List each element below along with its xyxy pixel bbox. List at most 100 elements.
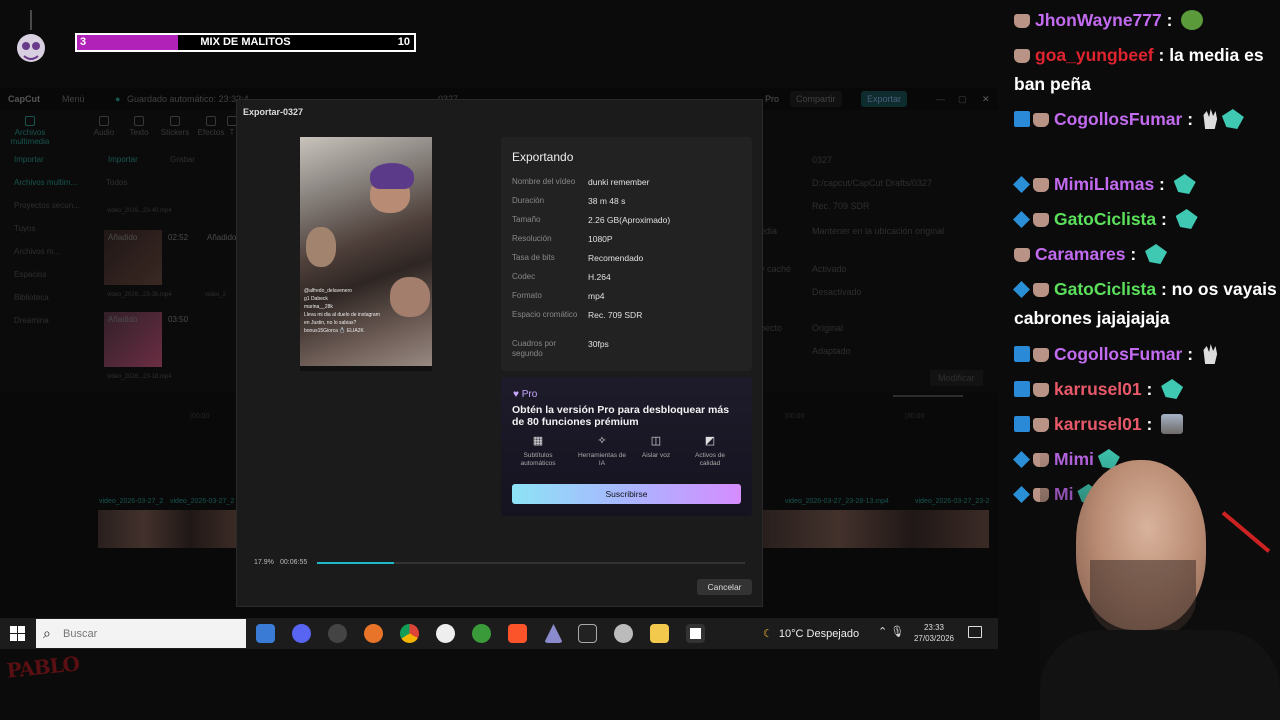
- hand-badge-icon: [1014, 248, 1030, 262]
- chat-text: :: [1141, 414, 1158, 434]
- sub-badge-icon: [1013, 486, 1030, 503]
- goal-progress-bar: 3 MIX DE MALITOS 10: [75, 33, 416, 52]
- steam-icon[interactable]: [614, 624, 633, 643]
- xbox-icon[interactable]: [472, 624, 491, 643]
- media-player-icon[interactable]: [436, 624, 455, 643]
- chat-message: CogollosFumar :: [1014, 340, 1280, 369]
- chat-username: CogollosFumar: [1054, 344, 1183, 364]
- chat-username: CogollosFumar: [1054, 109, 1183, 129]
- hand-badge-icon: [1033, 213, 1049, 227]
- chat-message: karrusel01 :: [1014, 410, 1280, 439]
- chat-username: karrusel01: [1054, 414, 1142, 434]
- goal-max: 10: [397, 36, 410, 48]
- terminal-icon[interactable]: [578, 624, 597, 643]
- chat-message: GatoCiclista : no os vayais cabrones jaj…: [1013, 275, 1280, 333]
- sub-badge-icon: [1013, 211, 1030, 228]
- subtitles-icon: ▦: [532, 435, 544, 447]
- feature-voice-isolate: ◫ Aislar voz: [641, 435, 671, 459]
- chevron-up-icon[interactable]: ⌃: [878, 626, 887, 638]
- chat-text: :: [1125, 244, 1142, 264]
- chat-message: karrusel01 :: [1014, 375, 1280, 404]
- brave-icon[interactable]: [508, 624, 527, 643]
- export-elapsed-time: 00:06:55: [280, 559, 308, 566]
- chat-message: CogollosFumar :: [1014, 105, 1280, 134]
- streamer-watermark-logo: PABLO: [5, 651, 81, 683]
- pro-upsell-panel: ♥ Pro Obtén la versión Pro para desbloqu…: [501, 377, 752, 516]
- chat-message: Caramares :: [1014, 240, 1280, 269]
- chat-message: JhonWayne777 :: [1014, 6, 1280, 35]
- search-input[interactable]: [63, 625, 233, 642]
- dialog-title: Exportar-0327: [243, 107, 304, 117]
- chat-username: MimiLlamas: [1054, 174, 1155, 194]
- chat-username: GatoCiclista: [1054, 209, 1157, 229]
- chat-username: goa_yungbeef: [1035, 45, 1154, 65]
- chat-username: Caramares: [1035, 244, 1126, 264]
- face-emote-icon: [1161, 414, 1184, 434]
- preview-person: [306, 227, 336, 267]
- hand-badge-icon: [1033, 283, 1049, 297]
- chat-username: JhonWayne777: [1035, 10, 1162, 30]
- prime-badge-icon: [1014, 346, 1030, 362]
- cancel-button[interactable]: Cancelar: [697, 579, 752, 595]
- chrome-icon[interactable]: [400, 624, 419, 643]
- microphone-icon[interactable]: 🎙: [890, 626, 904, 638]
- gem-emote-icon: [1173, 174, 1196, 194]
- hand-badge-icon: [1014, 49, 1030, 63]
- microsoft-store-icon[interactable]: [256, 624, 275, 643]
- hand-badge-icon: [1033, 383, 1049, 397]
- prime-badge-icon: [1014, 416, 1030, 432]
- pepe-emote-icon: [1181, 10, 1204, 30]
- feature-subtitles: ▦ Subtítulos automáticos: [520, 435, 556, 467]
- discord-icon[interactable]: [292, 624, 311, 643]
- ai-tools-icon: ✧: [597, 435, 607, 447]
- search-icon: ⌕: [43, 625, 51, 641]
- chat-text: :: [1182, 109, 1198, 129]
- firefox-icon[interactable]: [364, 624, 383, 643]
- sub-badge-icon: [1013, 176, 1030, 193]
- hand-badge-icon: [1033, 178, 1049, 192]
- feature-quality-assets: ◩ Activos de calidad: [695, 435, 725, 467]
- clock[interactable]: 23:33 27/03/2026: [908, 622, 960, 644]
- hand-badge-icon: [1014, 14, 1030, 28]
- gem-emote-icon: [1161, 379, 1184, 399]
- export-progress-fill: [317, 562, 394, 564]
- streamer-body: [1040, 630, 1280, 720]
- goal-title: MIX DE MALITOS: [200, 36, 291, 48]
- quality-assets-icon: ◩: [704, 435, 716, 447]
- streamer-logo-icon: [17, 10, 45, 62]
- gem-emote-icon: [1221, 109, 1244, 129]
- capcut-icon[interactable]: [686, 624, 705, 643]
- hand-badge-icon: [1033, 418, 1049, 432]
- app-icon[interactable]: [544, 624, 563, 643]
- gem-emote-icon: [1145, 244, 1168, 264]
- preview-person: [390, 277, 430, 317]
- chat-username: karrusel01: [1054, 379, 1142, 399]
- moon-icon: ☾: [763, 628, 773, 640]
- taskbar-search[interactable]: ⌕: [36, 619, 246, 648]
- chat-message: MimiLlamas :: [1013, 170, 1280, 199]
- sub-badge-icon: [1013, 451, 1030, 468]
- hand-emote-icon: [1203, 109, 1218, 129]
- chat-text: :: [1154, 174, 1170, 194]
- weather-widget[interactable]: ☾ 10°C Despejado: [763, 627, 859, 640]
- export-progress-percent: 17.9%: [254, 559, 274, 566]
- notification-icon[interactable]: [968, 626, 982, 638]
- streamer-beard: [1090, 560, 1196, 640]
- hand-badge-icon: [1033, 113, 1049, 127]
- chat-message: GatoCiclista :: [1013, 205, 1280, 234]
- windows-start-icon[interactable]: [10, 626, 25, 641]
- chat-text: :: [1141, 379, 1158, 399]
- obs-icon[interactable]: [328, 624, 347, 643]
- sub-badge-icon: [1013, 281, 1030, 298]
- file-explorer-icon[interactable]: [650, 624, 669, 643]
- chat-text: :: [1161, 10, 1178, 30]
- export-status-heading: Exportando: [512, 150, 574, 164]
- chat-text: :: [1182, 344, 1198, 364]
- export-progress-bar: [317, 562, 745, 564]
- chat-message: goa_yungbeef : la media es ban peña: [1014, 41, 1280, 99]
- pro-badge: ♥ Pro: [513, 389, 538, 400]
- subscribe-button[interactable]: Suscribirse: [512, 484, 741, 504]
- feature-ai-tools: ✧ Herramientas de IA: [577, 435, 627, 467]
- export-dialog: Exportar-0327 @alfredo_delavenero g1 Dab…: [236, 99, 763, 607]
- system-tray[interactable]: ⌃ 🎙: [878, 625, 904, 638]
